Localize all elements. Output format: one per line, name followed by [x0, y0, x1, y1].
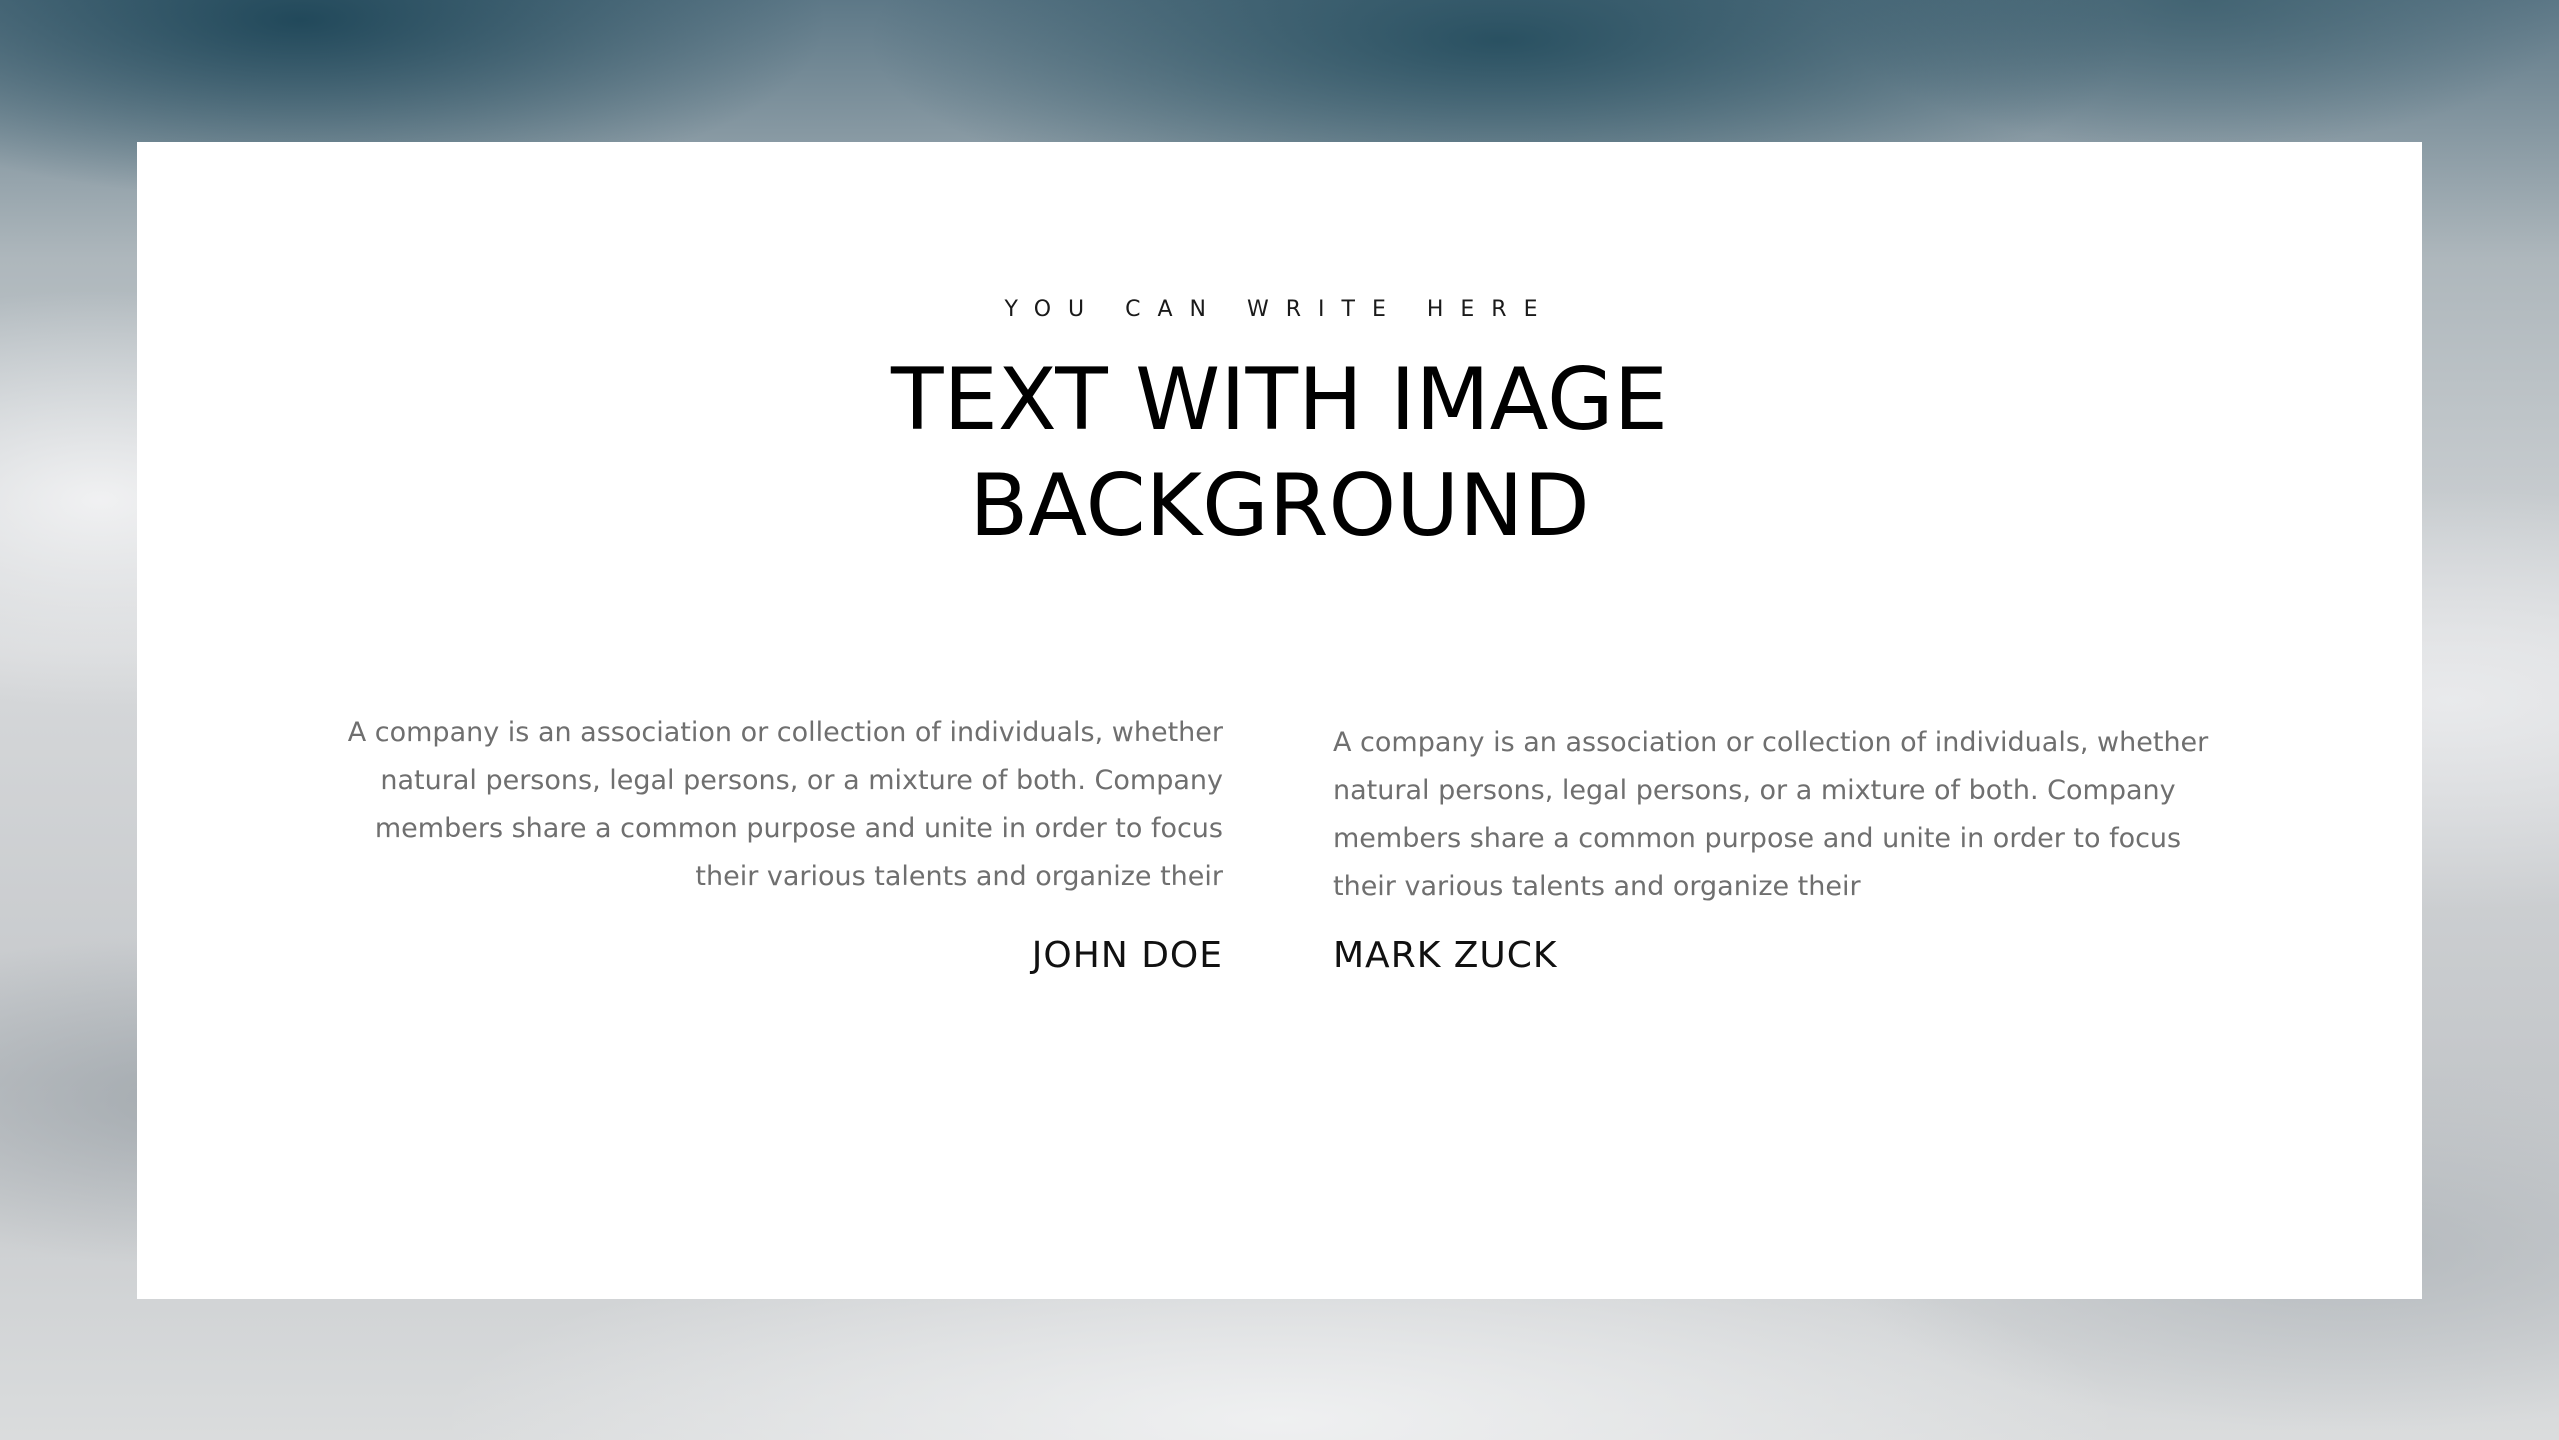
text-column-right: A company is an association or collectio… — [1333, 719, 2333, 976]
content-card: YOU CAN WRITE HERE TEXT WITH IMAGE BACKG… — [137, 142, 2422, 1299]
author-name: MARK ZUCK — [1333, 935, 1558, 976]
body-line: members share a common purpose and unite… — [1333, 823, 2182, 854]
eyebrow-text: YOU CAN WRITE HERE — [1004, 297, 1555, 322]
slide-title-line-1: TEXT WITH IMAGE — [891, 350, 1668, 450]
text-column-left: A company is an association or collectio… — [221, 709, 1223, 976]
body-line: natural persons, legal persons, or a mix… — [380, 765, 1223, 796]
body-line: A company is an association or collectio… — [1333, 727, 2209, 758]
body-line: natural persons, legal persons, or a mix… — [1333, 775, 2176, 806]
body-line: their various talents and organize their — [695, 861, 1223, 892]
author-name: JOHN DOE — [1031, 935, 1223, 976]
body-line: their various talents and organize their — [1333, 871, 1861, 902]
slide-title: TEXT WITH IMAGE BACKGROUND — [137, 347, 2422, 559]
body-line: A company is an association or collectio… — [347, 717, 1223, 748]
body-line: members share a common purpose and unite… — [374, 813, 1223, 844]
slide-title-line-2: BACKGROUND — [969, 456, 1590, 556]
